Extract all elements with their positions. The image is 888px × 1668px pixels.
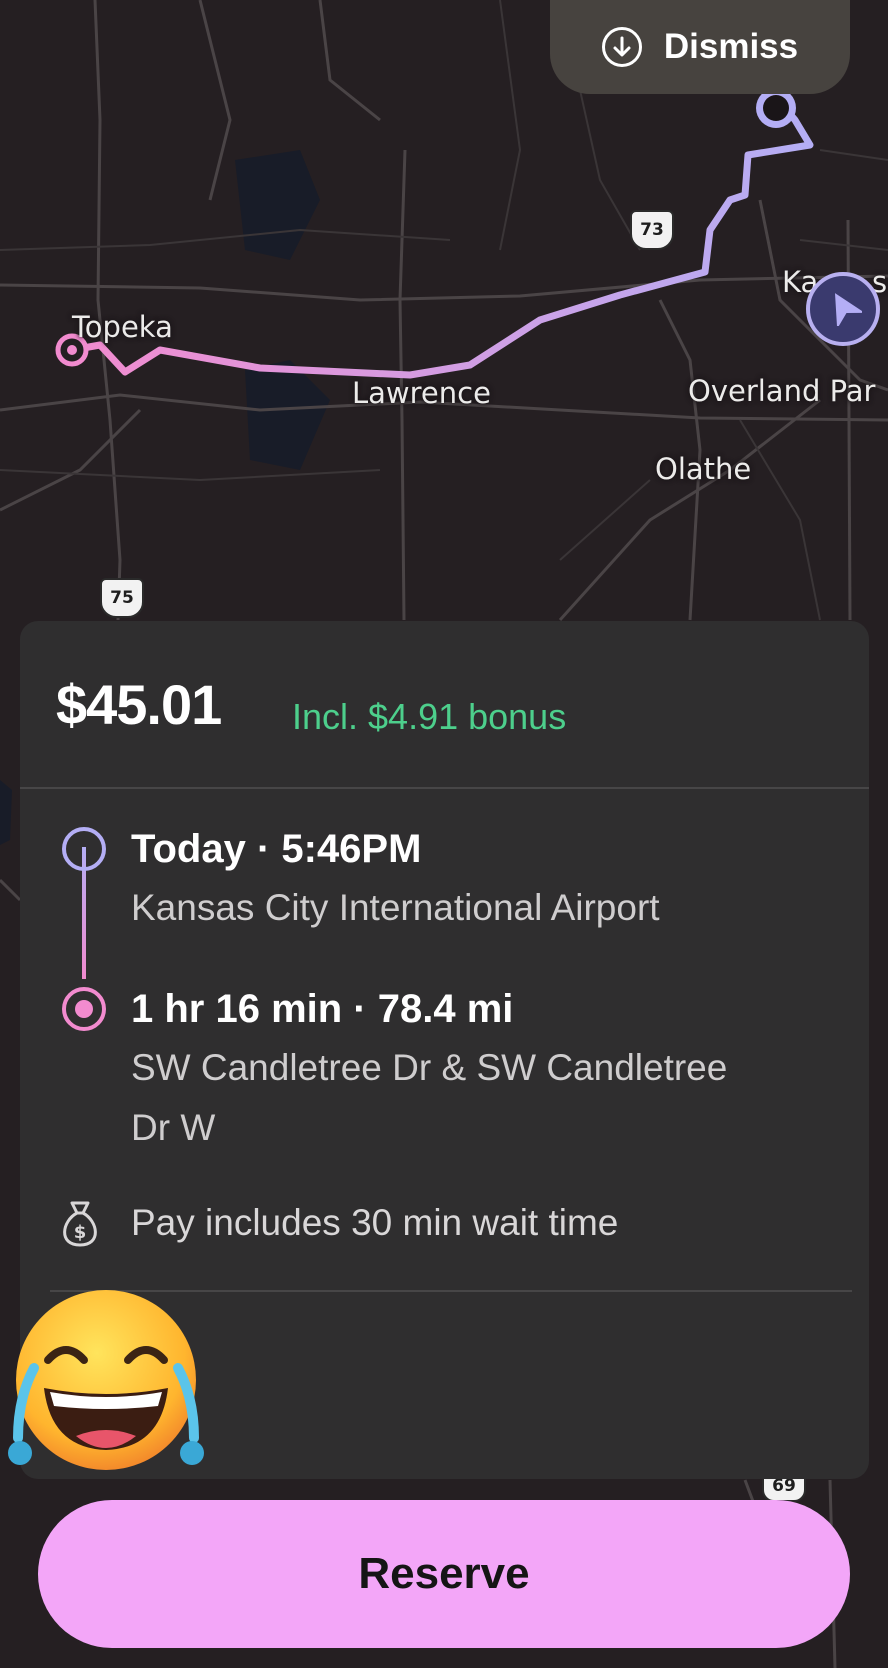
wait-time-note: Pay includes 30 min wait time: [131, 1202, 619, 1243]
svg-text:$: $: [74, 1222, 87, 1243]
dismiss-button[interactable]: Dismiss: [550, 0, 850, 94]
reserve-label: Reserve: [358, 1549, 530, 1598]
map-label-topeka: Topeka: [72, 310, 173, 344]
highway-shield-75: 75: [100, 578, 144, 618]
arrow-down-circle-icon: [601, 27, 642, 67]
highway-shield-73: 73: [630, 210, 674, 250]
map-label-overland-park: Overland Par: [688, 374, 876, 408]
pickup-marker-icon: [62, 827, 106, 871]
pickup-location: Kansas City International Airport: [131, 887, 660, 928]
navigation-button[interactable]: [806, 272, 880, 346]
navigation-arrow-icon: [824, 288, 865, 330]
map-label-olathe: Olathe: [655, 452, 752, 486]
trip-duration-distance: 1 hr 16 min · 78.4 mi: [131, 987, 514, 1031]
pickup-time: Today · 5:46PM: [131, 827, 422, 871]
trip-price: $45.01: [56, 673, 222, 736]
laughing-emoji: [8, 1290, 204, 1470]
dropoff-marker-icon: [62, 987, 106, 1031]
dropoff-location: SW Candletree Dr & SW Candletree Dr W: [131, 1047, 728, 1148]
dismiss-label: Dismiss: [663, 27, 799, 66]
money-bag-icon: $: [56, 1199, 104, 1253]
bonus-label: Incl. $4.91 bonus: [292, 696, 567, 737]
divider: [20, 787, 869, 789]
reserve-button[interactable]: Reserve: [38, 1500, 850, 1648]
map-label-lawrence: Lawrence: [352, 376, 491, 410]
